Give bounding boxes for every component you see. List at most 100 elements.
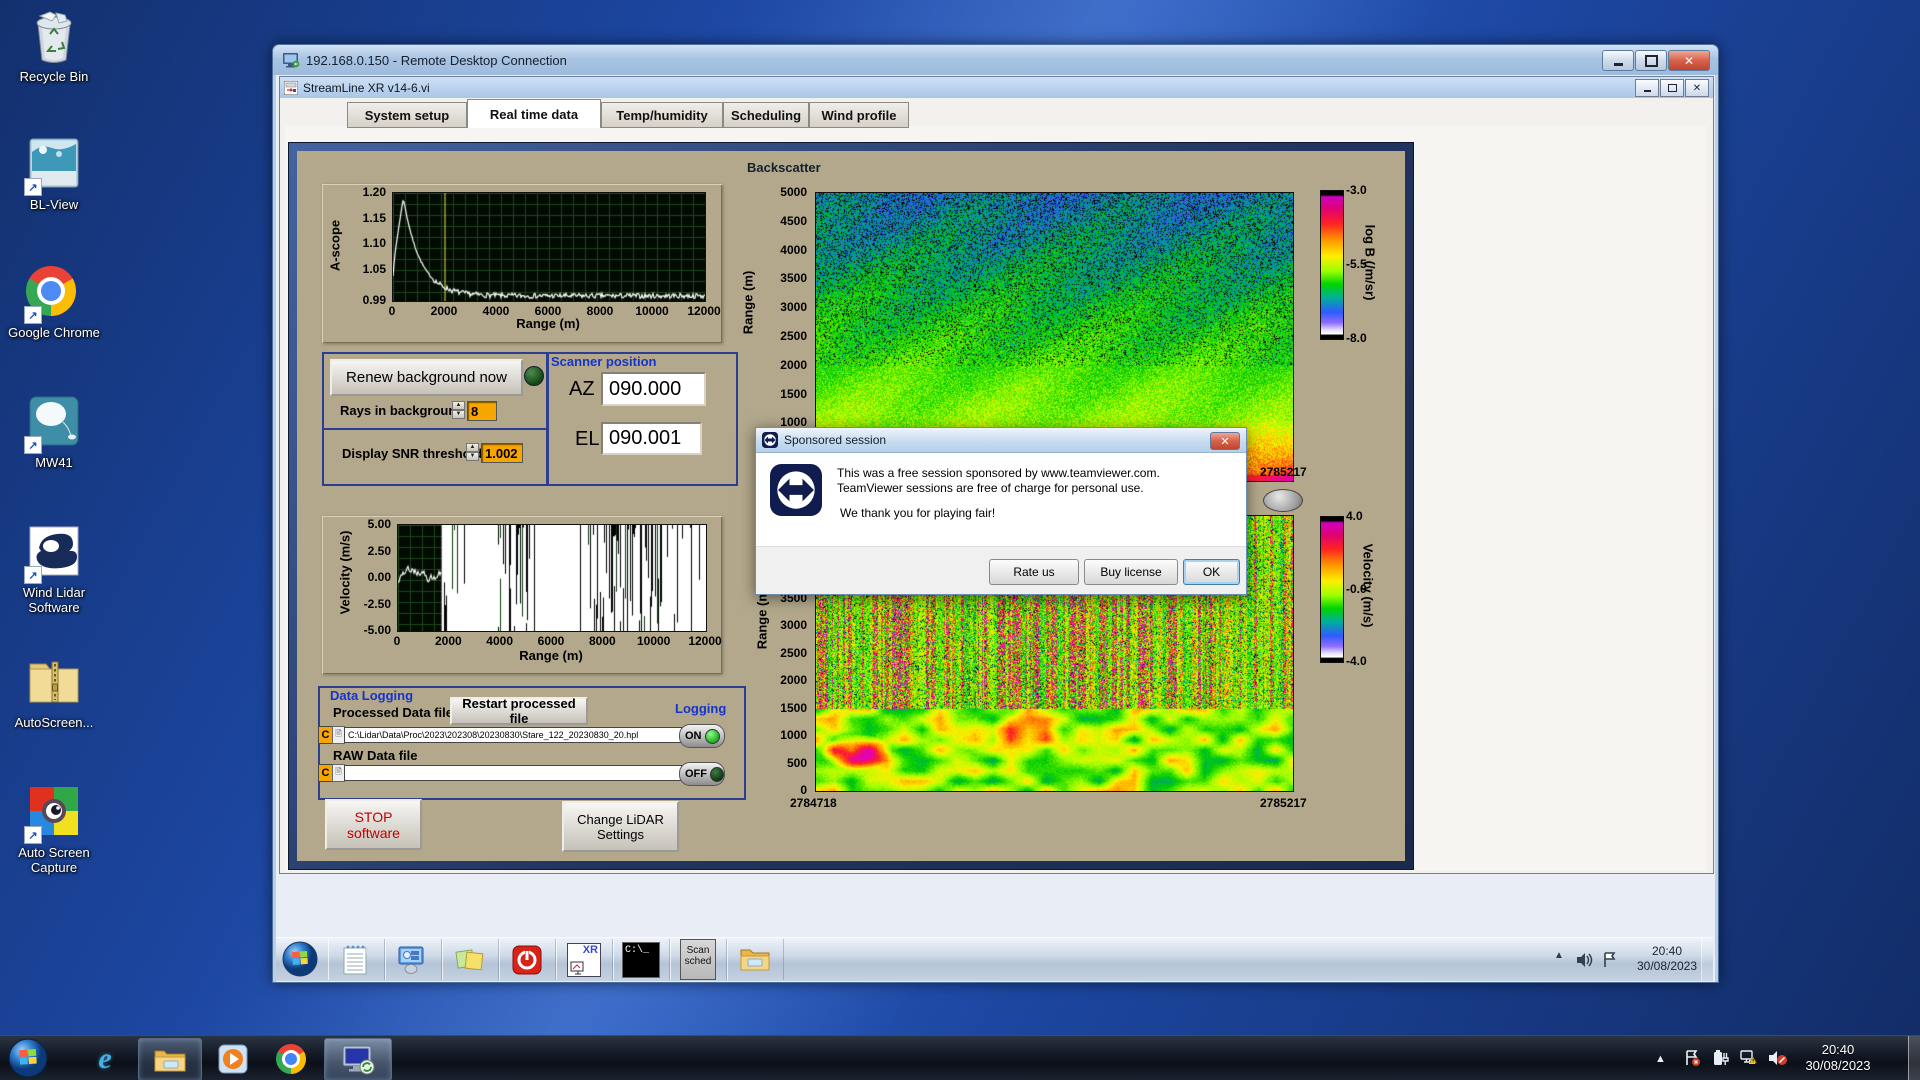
rdp-close-button[interactable]: ✕ — [1668, 50, 1710, 71]
stop-software-button[interactable]: STOP software — [325, 799, 422, 850]
desktop-icon-autoscreen-zip[interactable]: AutoScreen... — [8, 656, 100, 730]
tick-label: 2000 — [780, 357, 807, 372]
tick-label: 0 — [388, 304, 396, 318]
tab-system-setup[interactable]: System setup — [347, 102, 467, 128]
tick-label: 5.00 — [367, 517, 391, 531]
velocity-hm-xmin-label: 2784718 — [790, 796, 837, 810]
buy-license-button[interactable]: Buy license — [1084, 559, 1178, 585]
rdp-monitor-icon — [283, 52, 300, 67]
snr-spinner[interactable]: ▲ ▼ — [466, 443, 479, 461]
taskbar-explorer-icon[interactable] — [138, 1038, 202, 1080]
remote-taskbar-streamline-xr-icon[interactable]: XR — [556, 939, 613, 980]
desktop-icon-label: Wind Lidar Software — [22, 585, 86, 615]
remote-clock[interactable]: 20:40 30/08/2023 — [1631, 944, 1703, 974]
dialog-button-strip: Rate us Buy license OK — [756, 546, 1246, 594]
rate-us-button[interactable]: Rate us — [989, 559, 1079, 585]
restart-processed-button[interactable]: Restart processed file — [450, 696, 588, 726]
processed-logging-toggle[interactable]: ON — [679, 724, 725, 748]
raw-logging-toggle[interactable]: OFF — [679, 762, 725, 786]
host-network-icon[interactable] — [1739, 1049, 1759, 1067]
change-line1: Change LiDAR — [577, 811, 664, 827]
colorbar-tick-label: -3.0 — [1346, 183, 1367, 197]
adjust-knob[interactable] — [1263, 489, 1303, 512]
change-lidar-settings-button[interactable]: Change LiDAR Settings — [562, 801, 679, 852]
desktop-icon-mw41[interactable]: ↗ MW41 — [8, 396, 100, 470]
dialog-line2: TeamViewer sessions are free of charge f… — [837, 481, 1144, 495]
raw-path-field[interactable] — [344, 765, 682, 781]
tick-label: 500 — [786, 755, 807, 770]
tick-label: 1.15 — [362, 210, 386, 225]
app-minimize-button[interactable] — [1635, 79, 1659, 97]
host-volume-muted-icon[interactable] — [1768, 1049, 1788, 1067]
tick-label: 1.20 — [362, 185, 386, 199]
host-action-center-icon[interactable] — [1683, 1049, 1701, 1067]
tick-label: 4500 — [780, 213, 807, 228]
tick-label: 2.50 — [367, 543, 391, 558]
remote-tray-expand-icon[interactable]: ▲ — [1554, 950, 1564, 961]
tick-label: 1500 — [780, 386, 807, 401]
app-restore-button[interactable] — [1660, 79, 1684, 97]
remote-taskbar-command-prompt-icon[interactable]: C:\_ — [613, 939, 670, 980]
rdp-title-bar[interactable]: 192.168.0.150 - Remote Desktop Connectio… — [273, 45, 1718, 75]
tick-label: 10000 — [635, 304, 669, 318]
taskbar-wmp-icon[interactable] — [208, 1038, 258, 1079]
desktop-icon-google-chrome[interactable]: ↗ Google Chrome — [8, 266, 100, 340]
tick-label: 8000 — [586, 304, 614, 318]
tick-label: 2500 — [780, 645, 807, 660]
rdp-maximize-button[interactable] — [1635, 50, 1667, 71]
remote-taskbar-sticky-notes-icon[interactable] — [442, 939, 499, 980]
remote-volume-icon[interactable] — [1576, 952, 1594, 968]
tick-label: 1000 — [780, 728, 807, 742]
dialog-close-button[interactable]: ✕ — [1210, 432, 1240, 450]
remote-taskbar-power-icon[interactable] — [499, 939, 556, 980]
remote-start-button[interactable] — [282, 941, 318, 977]
remote-clock-time: 20:40 — [1651, 944, 1683, 958]
taskbar-chrome-icon[interactable] — [266, 1038, 316, 1079]
host-tray-expand-icon[interactable]: ▲ — [1655, 1053, 1666, 1065]
remote-taskbar-scan-scheduler-icon[interactable]: Scan sched — [670, 939, 727, 980]
remote-show-desktop-button[interactable] — [1701, 938, 1713, 981]
desktop-icon-auto-screen-capture[interactable]: ↗ Auto Screen Capture — [8, 786, 100, 875]
remote-taskbar-display-settings-icon[interactable] — [385, 939, 442, 980]
desktop-icon-bl-view[interactable]: ↗ BL-View — [8, 138, 100, 212]
tick-label: 5000 — [780, 185, 807, 199]
velocity-colorbar — [1320, 516, 1344, 663]
taskbar-rdp-icon[interactable] — [324, 1038, 392, 1080]
host-clock[interactable]: 20:40 30/08/2023 — [1795, 1042, 1881, 1074]
tab-scheduling[interactable]: Scheduling — [723, 102, 809, 128]
tick-label: 1500 — [780, 700, 807, 715]
processed-drive-box[interactable]: C — [318, 726, 333, 744]
desktop-icon-wind-lidar-software[interactable]: ↗ Wind Lidar Software — [8, 526, 100, 615]
rays-spinner[interactable]: ▲ ▼ — [452, 401, 465, 419]
remote-taskbar-file-explorer-icon[interactable] — [727, 939, 784, 980]
tab-temp-humidity[interactable]: Temp/humidity — [601, 102, 723, 128]
remote-taskbar-notepad-icon[interactable] — [328, 939, 385, 980]
desktop-icon-recycle-bin[interactable]: Recycle Bin — [8, 10, 100, 84]
raw-file-label: RAW Data file — [333, 748, 418, 763]
remote-clock-date: 30/08/2023 — [1636, 959, 1698, 973]
dialog-title-bar[interactable]: Sponsored session ✕ — [756, 428, 1246, 453]
tick-label: 6000 — [534, 304, 562, 318]
ok-button[interactable]: OK — [1183, 559, 1240, 585]
tab-real-time-data[interactable]: Real time data — [467, 99, 601, 128]
stop-line2: software — [347, 824, 400, 841]
renew-background-button[interactable]: Renew background now — [330, 359, 523, 396]
teamviewer-logo — [770, 464, 822, 516]
host-power-icon[interactable] — [1711, 1049, 1729, 1067]
colorbar-tick-label: -5.5 — [1346, 257, 1367, 271]
rdp-minimize-button[interactable] — [1602, 50, 1634, 71]
shortcut-arrow-icon: ↗ — [24, 566, 42, 584]
app-title-bar[interactable]: StreamLine XR v14-6.vi ✕ — [280, 77, 1713, 98]
host-start-button[interactable] — [8, 1038, 48, 1078]
tab-wind-profile[interactable]: Wind profile — [809, 102, 909, 128]
taskbar-ie-icon[interactable]: e — [80, 1038, 130, 1079]
processed-path-field[interactable]: C:\Lidar\Data\Proc\2023\202308\20230830\… — [344, 727, 682, 743]
tick-label: 1.05 — [362, 262, 386, 277]
remote-action-center-icon[interactable] — [1602, 952, 1618, 968]
raw-drive-box[interactable]: C — [318, 764, 333, 782]
rays-value[interactable]: 8 — [467, 401, 497, 421]
snr-value[interactable]: 1.002 — [481, 443, 523, 463]
app-close-button[interactable]: ✕ — [1685, 79, 1709, 97]
shortcut-arrow-icon: ↗ — [24, 306, 42, 324]
host-show-desktop-button[interactable] — [1908, 1036, 1920, 1080]
